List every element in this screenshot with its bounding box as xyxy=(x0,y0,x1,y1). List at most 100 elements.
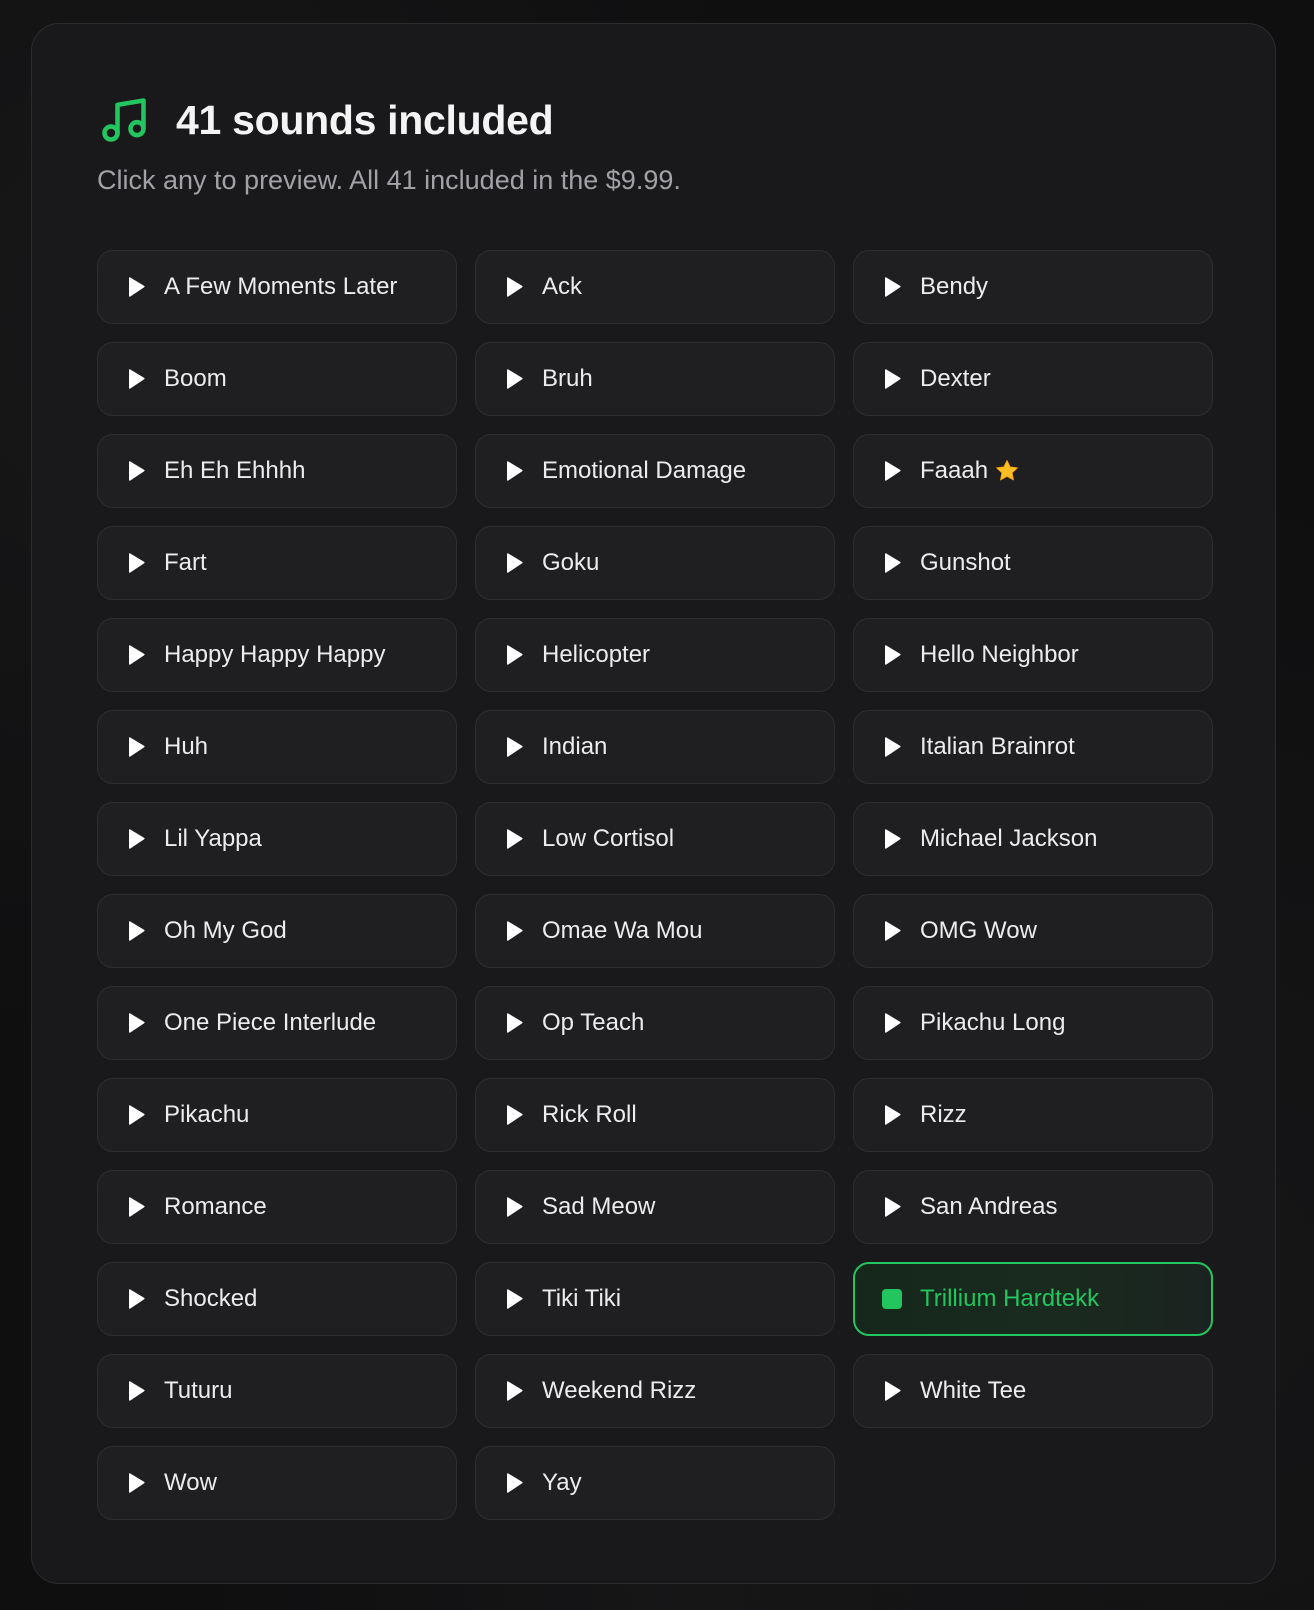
sound-label: Bruh xyxy=(542,365,593,392)
sound-button[interactable]: Low Cortisol xyxy=(475,802,835,876)
sound-button[interactable]: Hello Neighbor xyxy=(853,618,1213,692)
sound-button[interactable]: Rizz xyxy=(853,1078,1213,1152)
play-icon xyxy=(507,1289,523,1309)
sound-button[interactable]: Sad Meow xyxy=(475,1170,835,1244)
sound-label: Michael Jackson xyxy=(920,825,1098,852)
play-icon xyxy=(129,1013,145,1033)
play-icon xyxy=(129,1381,145,1401)
play-icon xyxy=(507,1473,523,1493)
play-icon xyxy=(129,829,145,849)
sound-label: Wow xyxy=(164,1469,217,1496)
sound-button[interactable]: Yay xyxy=(475,1446,835,1520)
play-icon xyxy=(129,369,145,389)
sound-button[interactable]: Lil Yappa xyxy=(97,802,457,876)
play-icon xyxy=(507,1381,523,1401)
sound-button[interactable]: Trillium Hardtekk xyxy=(853,1262,1213,1336)
play-icon xyxy=(507,369,523,389)
sound-label: Helicopter xyxy=(542,641,651,668)
sound-label: Indian xyxy=(542,733,608,760)
sound-button[interactable]: One Piece Interlude xyxy=(97,986,457,1060)
play-icon xyxy=(507,1105,523,1125)
play-icon xyxy=(885,1013,901,1033)
sound-label: Emotional Damage xyxy=(542,457,747,484)
play-icon xyxy=(507,829,523,849)
sound-label: Oh My God xyxy=(164,917,287,944)
play-icon xyxy=(507,921,523,941)
sound-label: Weekend Rizz xyxy=(542,1377,697,1404)
sound-label: Omae Wa Mou xyxy=(542,917,703,944)
play-icon xyxy=(885,829,901,849)
sound-button[interactable]: Wow xyxy=(97,1446,457,1520)
sound-button[interactable]: Eh Eh Ehhhh xyxy=(97,434,457,508)
sound-button[interactable]: Romance xyxy=(97,1170,457,1244)
play-icon xyxy=(885,737,901,757)
sound-label: San Andreas xyxy=(920,1193,1058,1220)
sound-button[interactable]: Goku xyxy=(475,526,835,600)
play-icon xyxy=(129,553,145,573)
sound-label: Ack xyxy=(542,273,583,300)
sound-button[interactable]: Indian xyxy=(475,710,835,784)
page-title: 41 sounds included xyxy=(176,96,554,143)
sound-label: Fart xyxy=(164,549,207,576)
play-icon xyxy=(129,461,145,481)
play-icon xyxy=(507,1197,523,1217)
page-subtitle: Click any to preview. All 41 included in… xyxy=(97,165,681,195)
sound-button[interactable]: Bendy xyxy=(853,250,1213,324)
sound-label: Eh Eh Ehhhh xyxy=(164,457,306,484)
sound-button[interactable]: Tuturu xyxy=(97,1354,457,1428)
play-icon xyxy=(129,1289,145,1309)
sound-label: Happy Happy Happy xyxy=(164,641,386,668)
sound-button[interactable]: A Few Moments Later xyxy=(97,250,457,324)
sound-button[interactable]: Fart xyxy=(97,526,457,600)
play-icon xyxy=(507,553,523,573)
sound-button[interactable]: Tiki Tiki xyxy=(475,1262,835,1336)
play-icon xyxy=(507,277,523,297)
sound-button[interactable]: Bruh xyxy=(475,342,835,416)
sound-button[interactable]: Emotional Damage xyxy=(475,434,835,508)
sound-button[interactable]: Gunshot xyxy=(853,526,1213,600)
play-icon xyxy=(507,1013,523,1033)
sound-button[interactable]: Michael Jackson xyxy=(853,802,1213,876)
play-icon xyxy=(885,277,901,297)
sound-button[interactable]: Op Teach xyxy=(475,986,835,1060)
sound-button[interactable]: Dexter xyxy=(853,342,1213,416)
sound-label: Tiki Tiki xyxy=(542,1285,622,1312)
sound-button[interactable]: Helicopter xyxy=(475,618,835,692)
sound-label: Rizz xyxy=(920,1101,967,1128)
play-icon xyxy=(129,737,145,757)
sound-button[interactable]: Happy Happy Happy xyxy=(97,618,457,692)
sound-label: Op Teach xyxy=(542,1009,645,1036)
sound-button[interactable]: Faaah xyxy=(853,434,1213,508)
sound-button[interactable]: Boom xyxy=(97,342,457,416)
sound-label: Bendy xyxy=(920,273,989,300)
sound-button[interactable]: Huh xyxy=(97,710,457,784)
sound-label: Huh xyxy=(164,733,209,760)
sound-button[interactable]: Pikachu Long xyxy=(853,986,1213,1060)
sound-label: Gunshot xyxy=(920,549,1011,576)
sound-label: Pikachu Long xyxy=(920,1009,1066,1036)
play-icon xyxy=(129,921,145,941)
sound-button[interactable]: Oh My God xyxy=(97,894,457,968)
sound-button[interactable]: Omae Wa Mou xyxy=(475,894,835,968)
sound-button[interactable]: Rick Roll xyxy=(475,1078,835,1152)
sound-button[interactable]: Italian Brainrot xyxy=(853,710,1213,784)
sound-button[interactable]: OMG Wow xyxy=(853,894,1213,968)
sound-label: Sad Meow xyxy=(542,1193,656,1220)
sound-label: Tuturu xyxy=(164,1377,233,1404)
play-icon xyxy=(885,1381,901,1401)
sound-button[interactable]: Ack xyxy=(475,250,835,324)
sound-button[interactable]: San Andreas xyxy=(853,1170,1213,1244)
sound-label: Rick Roll xyxy=(542,1101,637,1128)
sound-button[interactable]: White Tee xyxy=(853,1354,1213,1428)
sound-button[interactable]: Pikachu xyxy=(97,1078,457,1152)
sound-label: Boom xyxy=(164,365,227,392)
sound-label: Goku xyxy=(542,549,600,576)
sound-button[interactable]: Weekend Rizz xyxy=(475,1354,835,1428)
sound-button[interactable]: Shocked xyxy=(97,1262,457,1336)
play-icon xyxy=(885,1105,901,1125)
sound-label: Dexter xyxy=(920,365,991,392)
play-icon xyxy=(129,1473,145,1493)
sound-label: Faaah xyxy=(920,457,989,484)
sound-label: A Few Moments Later xyxy=(164,273,398,300)
star-icon xyxy=(996,459,1018,481)
